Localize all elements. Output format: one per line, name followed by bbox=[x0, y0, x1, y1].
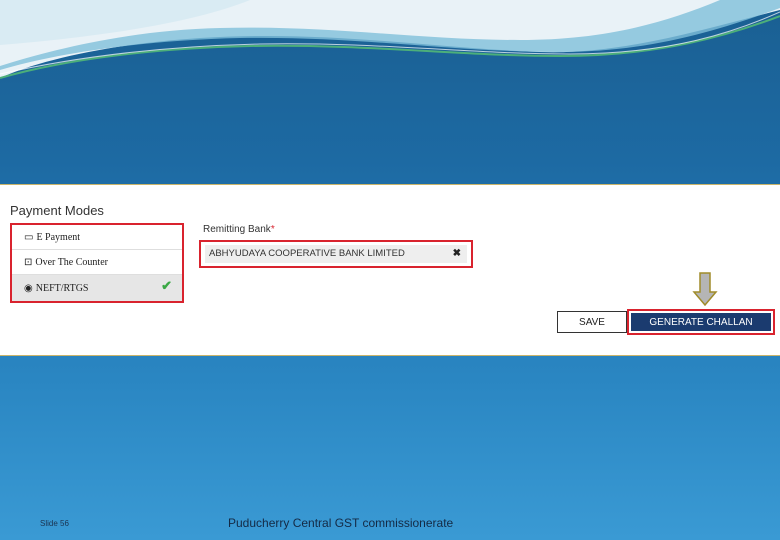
footer-organisation: Puducherry Central GST commissionerate bbox=[228, 516, 454, 530]
required-marker: * bbox=[270, 224, 275, 235]
generate-challan-button-highlight[interactable]: GENERATE CHALLAN bbox=[627, 309, 775, 335]
card-icon: ▭ bbox=[24, 231, 34, 243]
payment-modes-list: ▭ E Payment ⊡ Over The Counter ◉ NEFT/RT… bbox=[10, 223, 184, 303]
remitting-bank-label: Remitting Bank* bbox=[203, 224, 275, 235]
payment-mode-label: Over The Counter bbox=[35, 256, 108, 268]
remitting-bank-value: ABHYUDAYA COOPERATIVE BANK LIMITED bbox=[209, 248, 405, 259]
payment-panel: Payment Modes ▭ E Payment ⊡ Over The Cou… bbox=[0, 184, 780, 356]
payment-mode-label: NEFT/RTGS bbox=[35, 282, 89, 294]
check-icon: ✔ bbox=[161, 278, 172, 293]
payment-mode-neft-rtgs[interactable]: ◉ NEFT/RTGS ✔ bbox=[12, 275, 182, 301]
payment-mode-label: E Payment bbox=[36, 231, 81, 243]
save-button[interactable]: SAVE bbox=[557, 311, 627, 333]
remitting-bank-select[interactable]: ABHYUDAYA COOPERATIVE BANK LIMITED ✖ bbox=[199, 240, 473, 268]
payment-mode-e-payment[interactable]: ▭ E Payment bbox=[12, 225, 182, 250]
radio-icon: ◉ bbox=[24, 282, 33, 294]
payment-mode-over-the-counter[interactable]: ⊡ Over The Counter bbox=[12, 250, 182, 275]
clear-icon[interactable]: ✖ bbox=[453, 245, 461, 263]
generate-challan-button[interactable]: GENERATE CHALLAN bbox=[631, 313, 771, 331]
remitting-bank-field[interactable]: ABHYUDAYA COOPERATIVE BANK LIMITED ✖ bbox=[205, 245, 467, 263]
payment-modes-title: Payment Modes bbox=[10, 203, 104, 218]
remitting-bank-label-text: Remitting Bank bbox=[203, 224, 271, 235]
down-arrow-icon bbox=[692, 272, 718, 306]
slide-number: Slide 56 bbox=[40, 519, 69, 528]
counter-icon: ⊡ bbox=[24, 256, 33, 268]
